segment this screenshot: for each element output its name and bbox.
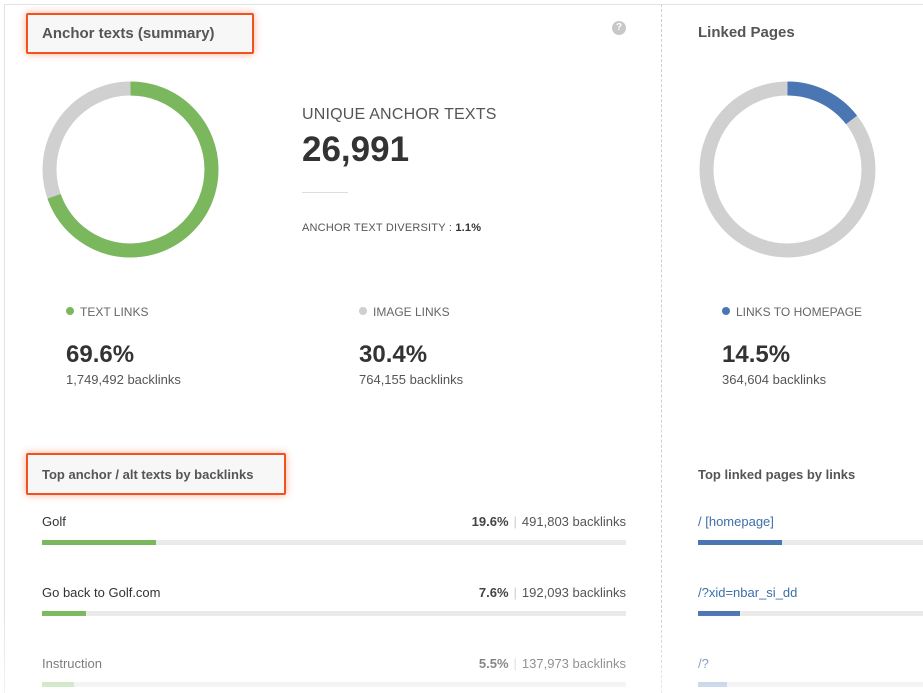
anchor-row-bar-fill: [42, 682, 74, 687]
linked-page-link[interactable]: / [homepage]: [698, 514, 774, 529]
anchor-row-bar: [42, 611, 626, 616]
text-links-legend: TEXT LINKS: [66, 305, 148, 319]
image-links-dot-icon: [359, 307, 367, 315]
help-icon[interactable]: ?: [612, 21, 626, 35]
summary-title: Anchor texts (summary): [42, 25, 215, 42]
stats-separator: |: [513, 656, 517, 671]
anchor-row-backlinks: 192,093 backlinks: [521, 585, 626, 600]
anchor-row-stats: 5.5% | 137,973 backlinks: [479, 656, 626, 671]
image-links-pct: 30.4%: [359, 341, 428, 368]
homepage-dot-icon: [722, 307, 730, 315]
anchor-row-bar-fill: [42, 540, 156, 545]
image-links-backlinks: 764,155 backlinks: [359, 372, 464, 387]
top-anchors-title-highlight: Top anchor / alt texts by backlinks: [26, 453, 286, 495]
anchor-row-stats: 19.6% | 491,803 backlinks: [472, 514, 626, 529]
image-links-legend: IMAGE LINKS: [359, 305, 450, 319]
anchor-row-bar-fill: [42, 611, 87, 616]
summary-title-highlight: Anchor texts (summary): [26, 13, 254, 54]
stats-separator: |: [513, 514, 517, 529]
diversity-value: 1.1%: [455, 222, 482, 234]
anchor-row-bar: [42, 540, 626, 545]
anchor-row-label: Go back to Golf.com: [42, 585, 161, 600]
anchor-row-pct: 7.6%: [478, 585, 509, 600]
homepage-pct: 14.5%: [722, 341, 791, 368]
anchor-row-pct: 19.6%: [471, 514, 509, 529]
anchor-row-label: Golf: [42, 514, 66, 529]
unique-anchor-label: UNIQUE ANCHOR TEXTS: [302, 106, 497, 123]
top-anchors-title: Top anchor / alt texts by backlinks: [42, 467, 254, 482]
linked-page-bar: [698, 611, 923, 616]
anchor-row-label: Instruction: [42, 656, 102, 671]
diversity-label: ANCHOR TEXT DIVERSITY :: [302, 222, 453, 234]
image-links-label: IMAGE LINKS: [373, 305, 450, 319]
anchor-row-pct: 5.5%: [478, 656, 509, 671]
stats-separator: |: [513, 585, 517, 600]
linked-page-bar: [698, 540, 923, 545]
homepage-label: LINKS TO HOMEPAGE: [736, 305, 863, 319]
linked-pages-title: Linked Pages: [698, 24, 795, 41]
text-links-label: TEXT LINKS: [80, 305, 149, 319]
anchor-row-backlinks: 491,803 backlinks: [521, 514, 626, 529]
linked-page-link[interactable]: /?: [698, 656, 709, 671]
anchor-row-stats: 7.6% | 192,093 backlinks: [479, 585, 626, 600]
homepage-backlinks: 364,604 backlinks: [722, 372, 827, 387]
anchor-row-bar: [42, 682, 626, 687]
column-divider: [661, 4, 662, 693]
linked-page-bar-fill: [698, 611, 741, 616]
homepage-legend: LINKS TO HOMEPAGE: [722, 305, 862, 319]
linked-page-bar-fill: [698, 540, 782, 545]
linked-pages-donut-chart: [699, 81, 876, 258]
summary-rule: [302, 192, 348, 193]
anchor-row-backlinks: 137,973 backlinks: [521, 656, 626, 671]
text-links-dot-icon: [66, 307, 74, 315]
unique-anchor-value: 26,991: [302, 130, 410, 169]
anchor-diversity: ANCHOR TEXT DIVERSITY : 1.1%: [302, 222, 481, 234]
text-links-pct: 69.6%: [66, 341, 135, 368]
anchor-donut-chart: [42, 81, 219, 258]
top-linked-pages-title: Top linked pages by links: [698, 467, 856, 482]
text-links-backlinks: 1,749,492 backlinks: [66, 372, 181, 387]
linked-page-bar-fill: [698, 682, 727, 687]
linked-page-bar: [698, 682, 923, 687]
linked-page-link[interactable]: /?xid=nbar_si_dd: [698, 585, 797, 600]
